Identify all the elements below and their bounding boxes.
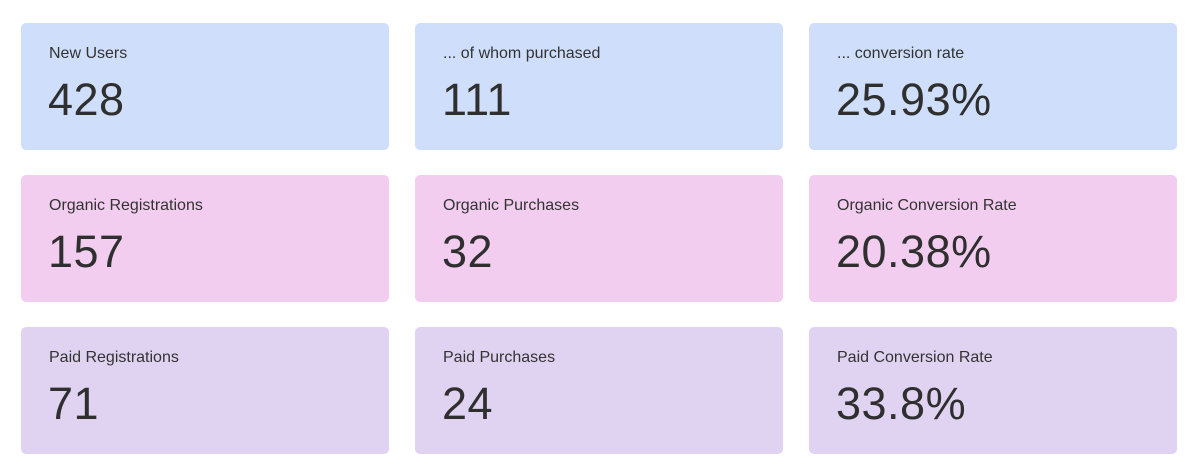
metric-value: 25.93%: [836, 74, 992, 125]
metric-card-purchased: ... of whom purchased 111: [415, 23, 783, 150]
metric-label: Organic Purchases: [443, 197, 580, 214]
metric-value: 157: [48, 226, 125, 277]
metric-card-paid-registrations: Paid Registrations 71: [21, 327, 389, 454]
metric-card-organic-purchases: Organic Purchases 32: [415, 175, 783, 302]
metric-card-paid-purchases: Paid Purchases 24: [415, 327, 783, 454]
metric-label: ... of whom purchased: [443, 45, 601, 62]
metric-label: Paid Conversion Rate: [837, 349, 993, 366]
metric-label: New Users: [49, 45, 128, 62]
metric-value: 32: [442, 226, 494, 277]
metric-value: 24: [442, 378, 494, 429]
metric-card-new-users: New Users 428: [21, 23, 389, 150]
metric-label: Paid Purchases: [443, 349, 556, 366]
metric-label: Organic Conversion Rate: [837, 197, 1017, 214]
metrics-row-overall: New Users 428 ... of whom purchased 111 …: [21, 23, 1177, 150]
metric-card-paid-conversion-rate: Paid Conversion Rate 33.8%: [809, 327, 1177, 454]
metric-value: 71: [48, 378, 100, 429]
metrics-row-paid: Paid Registrations 71 Paid Purchases 24 …: [21, 327, 1177, 454]
metric-value: 33.8%: [836, 378, 967, 429]
metric-label: ... conversion rate: [837, 45, 965, 62]
metrics-row-organic: Organic Registrations 157 Organic Purcha…: [21, 175, 1177, 302]
metric-card-organic-conversion-rate: Organic Conversion Rate 20.38%: [809, 175, 1177, 302]
metric-value: 111: [442, 74, 512, 125]
metric-label: Paid Registrations: [49, 349, 179, 366]
metric-card-organic-registrations: Organic Registrations 157: [21, 175, 389, 302]
metric-label: Organic Registrations: [49, 197, 203, 214]
metric-value: 20.38%: [836, 226, 992, 277]
metric-value: 428: [48, 74, 125, 125]
metrics-dashboard: New Users 428 ... of whom purchased 111 …: [0, 0, 1200, 476]
metric-card-conversion-rate: ... conversion rate 25.93%: [809, 23, 1177, 150]
